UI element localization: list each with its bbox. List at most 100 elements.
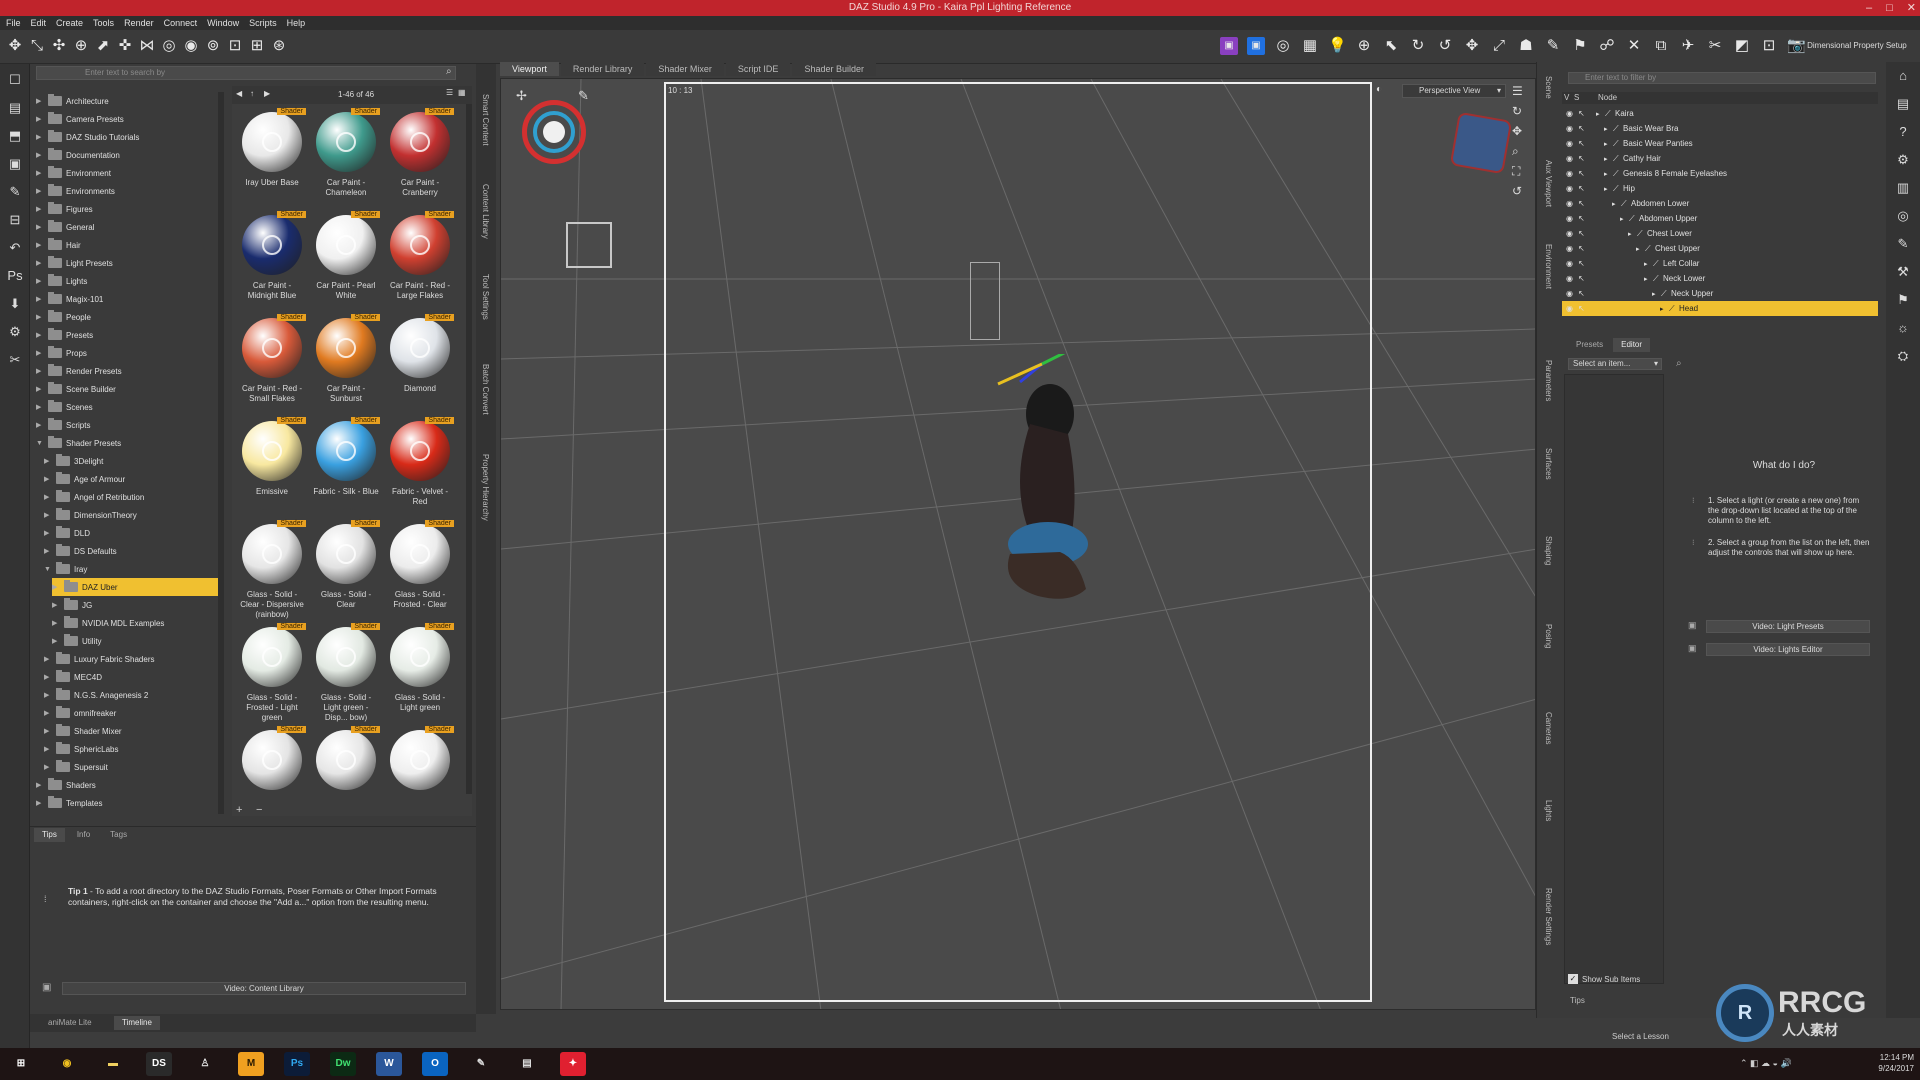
layers-icon[interactable]: ⧉ [1652, 37, 1670, 55]
pane-side-tab[interactable]: Render Settings [1544, 888, 1553, 945]
expand-arrow-icon[interactable]: ▶ [36, 205, 44, 213]
expand-arrow-icon[interactable]: ▶ [36, 295, 44, 303]
select-pointer-icon[interactable]: ↖ [1578, 304, 1590, 313]
visibility-eye-icon[interactable]: ◉ [1566, 259, 1578, 268]
light-icon[interactable]: ☼ [1894, 320, 1912, 338]
save-icon[interactable]: ▣ [6, 156, 24, 174]
shader-preset-tile[interactable]: Shader Glass - Solid - Frosted - Clear [386, 520, 454, 610]
menu-item[interactable]: Window [207, 16, 239, 30]
visibility-eye-icon[interactable]: ◉ [1566, 274, 1578, 283]
frame-icon[interactable]: ⛶ [1512, 164, 1520, 179]
visibility-eye-icon[interactable]: ◉ [1566, 199, 1578, 208]
expand-arrow-icon[interactable]: ▸ [1628, 230, 1637, 238]
menu-item[interactable]: Tools [93, 16, 114, 30]
shader-preset-tile[interactable]: Shader Glass - Solid - Clear - Dispersive… [238, 520, 306, 620]
shader-preset-tile[interactable]: Shader Car Paint - Pearl White [312, 211, 380, 301]
expand-arrow-icon[interactable]: ▸ [1644, 275, 1653, 283]
folder-tree-item[interactable]: ▶ People [36, 308, 222, 326]
cut-icon[interactable]: ✂ [6, 352, 24, 370]
expand-arrow-icon[interactable]: ▶ [36, 367, 44, 375]
shader-preset-tile[interactable]: Shader [238, 726, 306, 796]
scale-icon[interactable]: ✜ [116, 37, 134, 55]
globe-icon[interactable]: ⛭ [1894, 348, 1912, 366]
select-pointer-icon[interactable]: ↖ [1578, 259, 1590, 268]
expand-arrow-icon[interactable]: ▸ [1636, 245, 1645, 253]
expand-arrow-icon[interactable]: ▶ [36, 799, 44, 807]
menu-item[interactable]: Scripts [249, 16, 277, 30]
folder-tree-item[interactable]: ▼ Iray [44, 560, 222, 578]
visibility-eye-icon[interactable]: ◉ [1566, 154, 1578, 163]
close-icon[interactable]: ✕ [1907, 0, 1916, 16]
figure-setup-icon[interactable]: ⊛ [270, 37, 288, 55]
select-icon[interactable]: ⬉ [1382, 37, 1400, 55]
select-lesson-label[interactable]: Select a Lesson [1612, 1032, 1669, 1041]
folder-tree-item[interactable]: ▶ Shaders [36, 776, 222, 794]
cut-icon[interactable]: ✂ [1706, 37, 1724, 55]
taskbar-app-red-icon[interactable]: ✦ [560, 1052, 586, 1076]
viewport-menu-icon[interactable]: ☰ [1512, 84, 1523, 98]
scene-node-row[interactable]: ◉ ↖ ▸ ⟋ Neck Upper [1562, 286, 1878, 301]
scene-node-row[interactable]: ◉ ↖ ▸ ⟋ Chest Lower [1562, 226, 1878, 241]
shader-preset-tile[interactable]: Shader Glass - Solid - Light green - Disp… [312, 623, 380, 723]
taskbar-explorer-icon[interactable]: ▬ [100, 1052, 126, 1076]
plane-icon[interactable]: ✈ [1679, 37, 1697, 55]
folder-tree-item[interactable]: ▶ DimensionTheory [44, 506, 222, 524]
rotate-icon[interactable]: ↻ [1409, 37, 1427, 55]
zoom-icon[interactable]: ⌕ [1512, 144, 1519, 159]
folder-tree-item[interactable]: ▶ N.G.S. Anagenesis 2 [44, 686, 222, 704]
rotate-icon[interactable]: ⊕ [72, 37, 90, 55]
grid-back-icon[interactable]: ◀ [236, 89, 242, 98]
add-icon[interactable]: + [236, 804, 242, 816]
expand-arrow-icon[interactable]: ▸ [1652, 290, 1661, 298]
expand-arrow-icon[interactable]: ▸ [1596, 110, 1605, 118]
expand-arrow-icon[interactable]: ▸ [1644, 260, 1653, 268]
viewport-tab[interactable]: Script IDE [725, 62, 791, 76]
folder-tree-item[interactable]: ▶ General [36, 218, 222, 236]
visibility-eye-icon[interactable]: ◉ [1566, 304, 1578, 313]
visibility-eye-icon[interactable]: ◉ [1566, 214, 1578, 223]
shader-preset-tile[interactable]: Shader Fabric - Velvet - Red [386, 417, 454, 507]
content-search-input[interactable]: Enter text to search by [36, 66, 456, 80]
folder-tree-item[interactable]: ▶ SphericLabs [44, 740, 222, 758]
scale-icon[interactable]: ⤢ [1490, 37, 1508, 55]
taskbar-app-figure-icon[interactable]: ♙ [192, 1052, 218, 1076]
tree-scrollbar[interactable] [218, 92, 224, 814]
layout-icon[interactable]: ⊟ [6, 212, 24, 230]
orbit-icon[interactable]: ↻ [1512, 104, 1522, 118]
camera-tool-icon[interactable]: ◉ [182, 37, 200, 55]
folder-tree-item[interactable]: ▶ Figures [36, 200, 222, 218]
region-icon[interactable]: ◎ [160, 37, 178, 55]
light-icon[interactable]: 💡 [1328, 37, 1347, 55]
expand-arrow-icon[interactable]: ▸ [1604, 185, 1613, 193]
expand-arrow-icon[interactable]: ▶ [44, 475, 52, 483]
photoshop-icon[interactable]: Ps [6, 268, 24, 286]
folder-tree-item[interactable]: ▶ DAZ Uber [52, 578, 222, 596]
video-lights-editor-button[interactable]: Video: Lights Editor [1706, 643, 1870, 656]
remove-icon[interactable]: − [256, 804, 262, 816]
menu-item[interactable]: Connect [164, 16, 198, 30]
folder-tree-item[interactable]: ▶ Scripts [36, 416, 222, 434]
folder-tree-item[interactable]: ▶ 3Delight [44, 452, 222, 470]
folder-tree-item[interactable]: ▶ Environment [36, 164, 222, 182]
folder-tree-item[interactable]: ▶ Presets [36, 326, 222, 344]
folder-tree-item[interactable]: ▶ Camera Presets [36, 110, 222, 128]
scene-node-row[interactable]: ◉ ↖ ▸ ⟋ Basic Wear Panties [1562, 136, 1878, 151]
scene-node-row[interactable]: ◉ ↖ ▸ ⟋ Neck Lower [1562, 271, 1878, 286]
move-icon[interactable]: ✥ [1463, 37, 1481, 55]
expand-arrow-icon[interactable]: ▼ [36, 440, 44, 447]
light-select-dropdown[interactable]: Select an item... ▾ [1568, 358, 1662, 370]
expand-arrow-icon[interactable]: ▶ [36, 259, 44, 267]
expand-arrow-icon[interactable]: ▶ [36, 277, 44, 285]
undo-view-icon[interactable]: ↺ [1512, 184, 1522, 198]
tips-tab[interactable]: Tips [1570, 996, 1585, 1005]
search-icon[interactable]: ⌕ [446, 66, 452, 77]
expand-arrow-icon[interactable]: ▶ [44, 727, 52, 735]
help-icon[interactable]: ? [1894, 124, 1912, 142]
folder-tree-item[interactable]: ▼ Shader Presets [36, 434, 222, 452]
expand-arrow-icon[interactable]: ▶ [52, 619, 60, 627]
menu-item[interactable]: Edit [31, 16, 47, 30]
folder-tree-item[interactable]: ▶ Hair [36, 236, 222, 254]
shader-preset-tile[interactable]: Shader Car Paint - Midnight Blue [238, 211, 306, 301]
taskbar-start-icon[interactable]: ⊞ [8, 1052, 34, 1076]
camera-icon[interactable]: 📷 [1787, 37, 1806, 55]
